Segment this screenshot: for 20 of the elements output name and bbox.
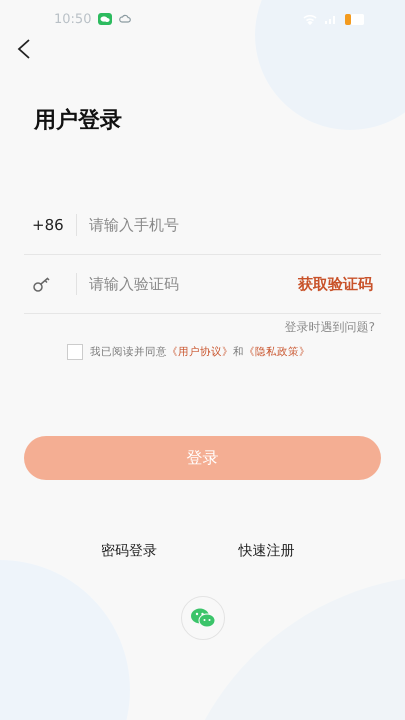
- code-input-field[interactable]: 请输入验证码: [89, 275, 298, 293]
- status-time: 10:50: [54, 12, 92, 26]
- password-login-link[interactable]: 密码登录: [100, 542, 157, 560]
- chat-app-icon: [98, 13, 112, 25]
- key-icon: [32, 275, 52, 293]
- get-code-link[interactable]: 获取验证码: [298, 274, 373, 294]
- chat-bubbles-icon: [190, 608, 216, 628]
- user-agreement-link[interactable]: 《用户协议》: [167, 346, 233, 358]
- privacy-policy-link[interactable]: 《隐私政策》: [244, 346, 310, 358]
- cloud-icon: [119, 14, 132, 24]
- battery-icon: [345, 14, 365, 24]
- country-code[interactable]: +86: [24, 216, 76, 234]
- agreement-checkbox[interactable]: [67, 344, 83, 360]
- help-link[interactable]: 登录时遇到问题?: [284, 319, 375, 336]
- back-icon[interactable]: [16, 38, 32, 60]
- page-title: 用户登录: [34, 107, 123, 135]
- agreement-text: 我已阅读并同意《用户协议》和《隐私政策》: [90, 345, 310, 359]
- wechat-login-button[interactable]: [180, 596, 224, 640]
- register-link[interactable]: 快速注册: [238, 542, 294, 560]
- phone-input-field[interactable]: 请输入手机号: [89, 216, 381, 234]
